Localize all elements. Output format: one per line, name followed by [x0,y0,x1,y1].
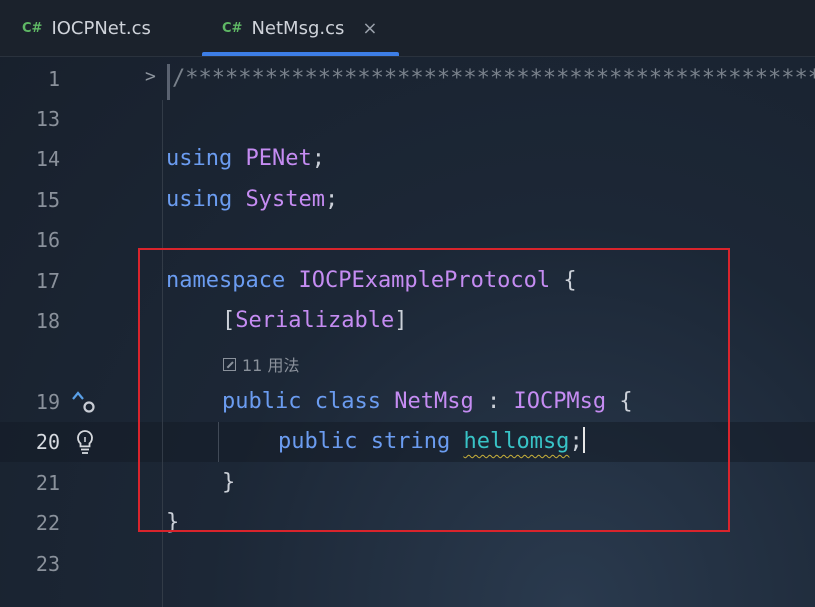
csharp-file-icon: C# [222,20,243,36]
csharp-file-icon: C# [22,20,43,36]
tab-netmsg[interactable]: C# NetMsg.cs × [202,0,400,56]
line-number: 13 [35,107,60,131]
line-number: 19 [35,390,60,414]
implementation-marker-icon[interactable] [70,390,98,416]
editor-tab-bar: C# IOCPNet.cs C# NetMsg.cs × [0,0,815,57]
line-number: 23 [35,552,60,576]
tab-label: NetMsg.cs [251,17,345,39]
line-number: 21 [35,471,60,495]
line-number: 1 [47,67,60,91]
active-tab-indicator [202,52,400,56]
keyword: using [166,146,233,171]
code-line-1[interactable]: /***************************************… [172,59,815,99]
folded-region-marker [167,64,170,100]
highlight-annotation-box [138,248,730,532]
line-number: 17 [35,269,60,293]
line-number: 15 [35,188,60,212]
punctuation: ; [324,187,339,212]
code-line-14[interactable]: using PENet; [166,139,325,179]
line-number: 14 [35,147,60,171]
line-number: 18 [35,309,60,333]
close-icon[interactable]: × [362,18,377,39]
type-name: PENet [245,146,312,171]
line-number: 16 [35,228,60,252]
keyword: using [166,187,233,212]
punctuation: ; [311,146,325,171]
type-name: System [245,187,325,212]
line-number-current: 20 [35,430,60,454]
line-number: 22 [35,511,60,535]
lightbulb-icon[interactable] [74,428,96,456]
tab-iocpnet[interactable]: C# IOCPNet.cs [22,0,151,56]
fold-expand-icon[interactable]: > [145,66,156,87]
code-line-15[interactable]: using System; [166,180,338,220]
tab-label: IOCPNet.cs [51,17,151,39]
